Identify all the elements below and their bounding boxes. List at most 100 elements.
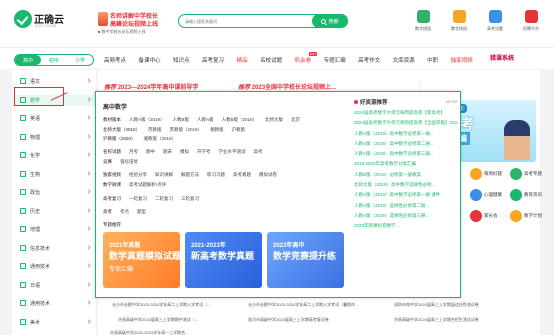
sidebar-item[interactable]: 生物 [12, 169, 96, 180]
sidebar-item[interactable]: 日语 [12, 280, 96, 291]
level-tab[interactable]: 初中 [41, 55, 67, 65]
sidebar-item[interactable]: 化学 [12, 150, 96, 161]
category-link[interactable]: 人教A版（2019） [129, 117, 165, 122]
category-link[interactable]: 期中 [146, 149, 155, 154]
category-link[interactable]: 模拟 [180, 149, 189, 154]
service-label[interactable]: 家长会 [484, 213, 498, 219]
category-link[interactable]: 一轮复习 [129, 196, 147, 201]
recommend-link[interactable]: 人教B版（2019）必修第一册教案 [354, 172, 458, 182]
bottom-link[interactable]: 许昌高级中学2024届高三上学期合招生测试试卷 [394, 317, 479, 323]
category-link[interactable]: 模拟试卷 [259, 172, 277, 177]
weekly-icon[interactable] [470, 168, 482, 180]
recommend-link[interactable]: 北师大版（2019）高中数学选择性必修... [354, 182, 458, 192]
nav-item[interactable]: 名校试题 [260, 56, 282, 64]
top-link[interactable]: 数字校园 [444, 10, 474, 32]
category-link[interactable]: 北京 [291, 117, 300, 122]
more-link[interactable]: MORE [446, 99, 458, 104]
top-link[interactable]: 高考试题 [480, 10, 510, 32]
level-tab[interactable]: 高中 [15, 55, 41, 65]
recommend-link[interactable]: 人教A版（2019）选择性必修第二册... [354, 203, 458, 213]
category-link[interactable]: 高考 [254, 149, 263, 154]
feature-card[interactable]: 2023年高中 数学竞赛提升练 [267, 232, 344, 288]
category-link[interactable]: 题型 [137, 209, 146, 214]
mind-icon[interactable] [470, 189, 482, 201]
sidebar-item[interactable]: 英语 [12, 113, 96, 124]
category-link[interactable]: 高考试题解析/点评 [129, 182, 166, 187]
category-link[interactable]: 苏教版（2019） [170, 127, 203, 132]
service-label[interactable]: 心理健康 [484, 192, 502, 198]
nav-item[interactable]: 文库资源 [393, 56, 415, 64]
search-input[interactable] [185, 17, 313, 26]
site-logo[interactable]: 正确云 ZQY.COM [14, 10, 66, 32]
sidebar-item[interactable]: 信息技术 [12, 243, 96, 254]
nav-item[interactable]: 高频考点 [104, 56, 126, 64]
category-link[interactable]: 月考 [129, 149, 138, 154]
sidebar-item[interactable]: 通用技术 [12, 261, 96, 272]
nav-item[interactable]: 机会卷 HOT [295, 52, 318, 64]
recommend-link[interactable]: 人教A版（2019）高中数学必修第一册 课件 [354, 192, 458, 202]
bottom-link[interactable]: 许昌高级中学2024届高三上学期期中测试（… [118, 317, 199, 323]
category-link[interactable]: 开学考 [197, 149, 211, 154]
category-link[interactable]: 学业水平测试 [219, 149, 246, 154]
category-link[interactable]: 知识讲解 [155, 172, 173, 177]
nav-item[interactable]: 高考复习 [202, 56, 224, 64]
service-label[interactable]: 教育资讯 [524, 192, 542, 198]
bottom-link[interactable]: 长沙市长郡中学2023-2024学年高二上学期入学考试（暑假作... [248, 302, 358, 308]
category-link[interactable]: 人教B版 [173, 117, 190, 122]
nav-item[interactable]: 专题汇编 [324, 56, 346, 64]
category-link[interactable]: 二轮复习 [155, 196, 173, 201]
parent-icon[interactable] [470, 210, 482, 222]
nav-item[interactable]: 高考作文 [358, 56, 380, 64]
top-link[interactable]: 数字校园 [408, 10, 438, 32]
plan-icon[interactable] [510, 210, 522, 222]
recommend-link[interactable]: 人教A版（2019）高中数学必修第三册... [354, 151, 458, 161]
service-label[interactable]: 高考专题 [524, 171, 542, 177]
category-link[interactable]: 练习习题 [207, 172, 225, 177]
category-link[interactable]: 考点 [120, 209, 129, 214]
category-link[interactable]: 人教B版（2019） [222, 117, 258, 122]
sidebar-item[interactable]: 美术 [12, 317, 96, 328]
nav-item[interactable]: 独家视频 [451, 56, 473, 64]
brand-link[interactable]: 猎课系统 [490, 53, 514, 62]
category-link[interactable]: 解题方法 [181, 172, 199, 177]
promo-banner[interactable]: 名师讲解中学校长 高峰论坛视频上线 ■ 数中学校长论坛视频上线 [98, 10, 174, 46]
recommend-link[interactable]: 人教A版（2019）高中数学必修第二册... [354, 141, 458, 151]
recommend-link[interactable]: 人教A版（2019）高中数学必修第一册... [354, 131, 458, 141]
recommend-link[interactable]: 2019-2022年高考数学分类汇编 [354, 161, 458, 171]
headline-2[interactable]: 推荐 2023全国中学校长论坛视频上... [238, 82, 336, 91]
bottom-link[interactable]: 长沙市长郡中学2023-2024学年高二上学期入学考试（... [112, 302, 210, 308]
category-link[interactable]: 北师大版 [265, 117, 283, 122]
category-link[interactable]: 高考真题 [233, 172, 251, 177]
sidebar-item[interactable]: 政治 [12, 187, 96, 198]
category-link[interactable]: 强化培优 [120, 159, 138, 164]
nav-item[interactable]: 精品 [237, 56, 248, 64]
sidebar-item[interactable]: 语文 [12, 76, 96, 87]
recommend-link[interactable]: 2024届高考数学大单元每周提高卷【全国卷版】2024... [354, 120, 458, 130]
bottom-link[interactable]: 许昌高级中学2022-2023学年高一上学期合... [110, 330, 188, 335]
category-link[interactable]: 期末 [163, 149, 172, 154]
category-link[interactable]: 人教A版 [197, 117, 214, 122]
nav-item[interactable]: 中职 [427, 56, 438, 64]
category-link[interactable]: 湘教版（2019） [144, 136, 177, 141]
bottom-link[interactable]: 淮河市高级中学2024届高三上学期高考复试卷 [248, 317, 329, 323]
category-link[interactable]: 三轮复习 [181, 196, 199, 201]
search-button[interactable]: 搜索 [312, 14, 348, 28]
service-label[interactable]: 教学计划 [524, 213, 542, 219]
recommend-link[interactable]: 2024届高考数学大单元每周提高卷【新高考】 [354, 110, 458, 120]
category-link[interactable]: 湘教版 [210, 127, 224, 132]
sidebar-item[interactable]: 物理 [12, 132, 96, 143]
news-icon[interactable] [510, 189, 522, 201]
category-link[interactable]: 经验分享 [129, 172, 147, 177]
feature-card[interactable]: 2021-2023年 新高考数学真题 [185, 232, 262, 288]
bottom-link[interactable]: 深圳市南中学2024届高三上学期届适应性测试卷 [394, 302, 479, 308]
category-link[interactable]: 沪教版 [232, 127, 246, 132]
recommend-link[interactable]: 人教A版（2019）选择性必修第三册... [354, 213, 458, 223]
topic-icon[interactable] [510, 168, 522, 180]
recommend-link[interactable]: 2023年新课标卷数学... [354, 223, 458, 233]
nav-item[interactable]: 知识点 [173, 56, 190, 64]
sidebar-item[interactable]: 历史 [12, 206, 96, 217]
service-label[interactable]: 每周好题 [484, 171, 502, 177]
headline-1[interactable]: 推荐 2023—2024学年高中课前导学 [104, 82, 198, 91]
level-tab[interactable]: 小学 [67, 55, 93, 65]
nav-item[interactable]: 备课中心 [139, 56, 161, 64]
